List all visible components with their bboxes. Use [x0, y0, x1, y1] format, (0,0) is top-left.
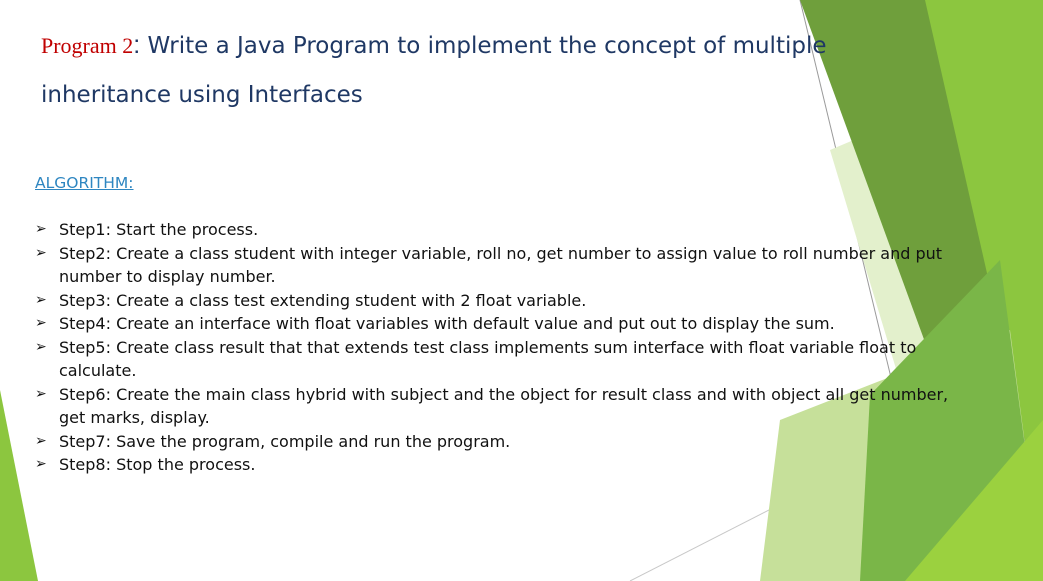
step-text: Step3: Create a class test extending stu…: [59, 290, 587, 310]
arrow-bullet-icon: ➢: [35, 244, 47, 261]
step-text: Step8: Stop the process.: [59, 455, 256, 474]
step-text: Step5: Create class result that that ext…: [59, 337, 917, 381]
list-item: ➢ Step5: Create class result that that ex…: [35, 336, 965, 383]
list-item: ➢ Step8: Stop the process.: [35, 453, 965, 477]
step-text: Step6: Create the main class hybrid with…: [59, 384, 949, 428]
list-item: ➢ Step4: Create an interface with float v…: [35, 312, 965, 336]
arrow-bullet-icon: ➢: [35, 456, 47, 472]
program-number: Program 2: [41, 33, 134, 58]
list-item: ➢ Step3: Create a class test extending st…: [35, 289, 965, 313]
arrow-bullet-icon: ➢: [35, 291, 47, 308]
arrow-bullet-icon: ➢: [35, 338, 47, 355]
decor-shape-left: [0, 390, 38, 581]
step-text: Step4: Create an interface with float va…: [59, 314, 835, 333]
slide: Program 2: Write a Java Program to imple…: [0, 0, 1043, 581]
arrow-bullet-icon: ➢: [35, 221, 47, 237]
step-text: Step1: Start the process.: [59, 220, 259, 239]
steps-list: ➢ Step1: Start the process. ➢ Step2: Creat…: [35, 218, 965, 477]
step-text: Step7: Save the program, compile and run…: [59, 431, 511, 451]
title-text: Write a Java Program to implement the co…: [41, 33, 827, 108]
arrow-bullet-icon: ➢: [35, 385, 47, 402]
list-item: ➢ Step7: Save the program, compile and ru…: [35, 430, 965, 454]
algorithm-heading: ALGORITHM:: [35, 174, 134, 192]
arrow-bullet-icon: ➢: [35, 315, 47, 331]
slide-title: Program 2: Write a Java Program to imple…: [41, 22, 861, 121]
step-text: Step2: Create a class student with integ…: [59, 243, 943, 287]
arrow-bullet-icon: ➢: [35, 432, 47, 449]
list-item: ➢ Step2: Create a class student with inte…: [35, 242, 965, 289]
list-item: ➢ Step1: Start the process.: [35, 218, 965, 242]
list-item: ➢ Step6: Create the main class hybrid wit…: [35, 383, 965, 430]
